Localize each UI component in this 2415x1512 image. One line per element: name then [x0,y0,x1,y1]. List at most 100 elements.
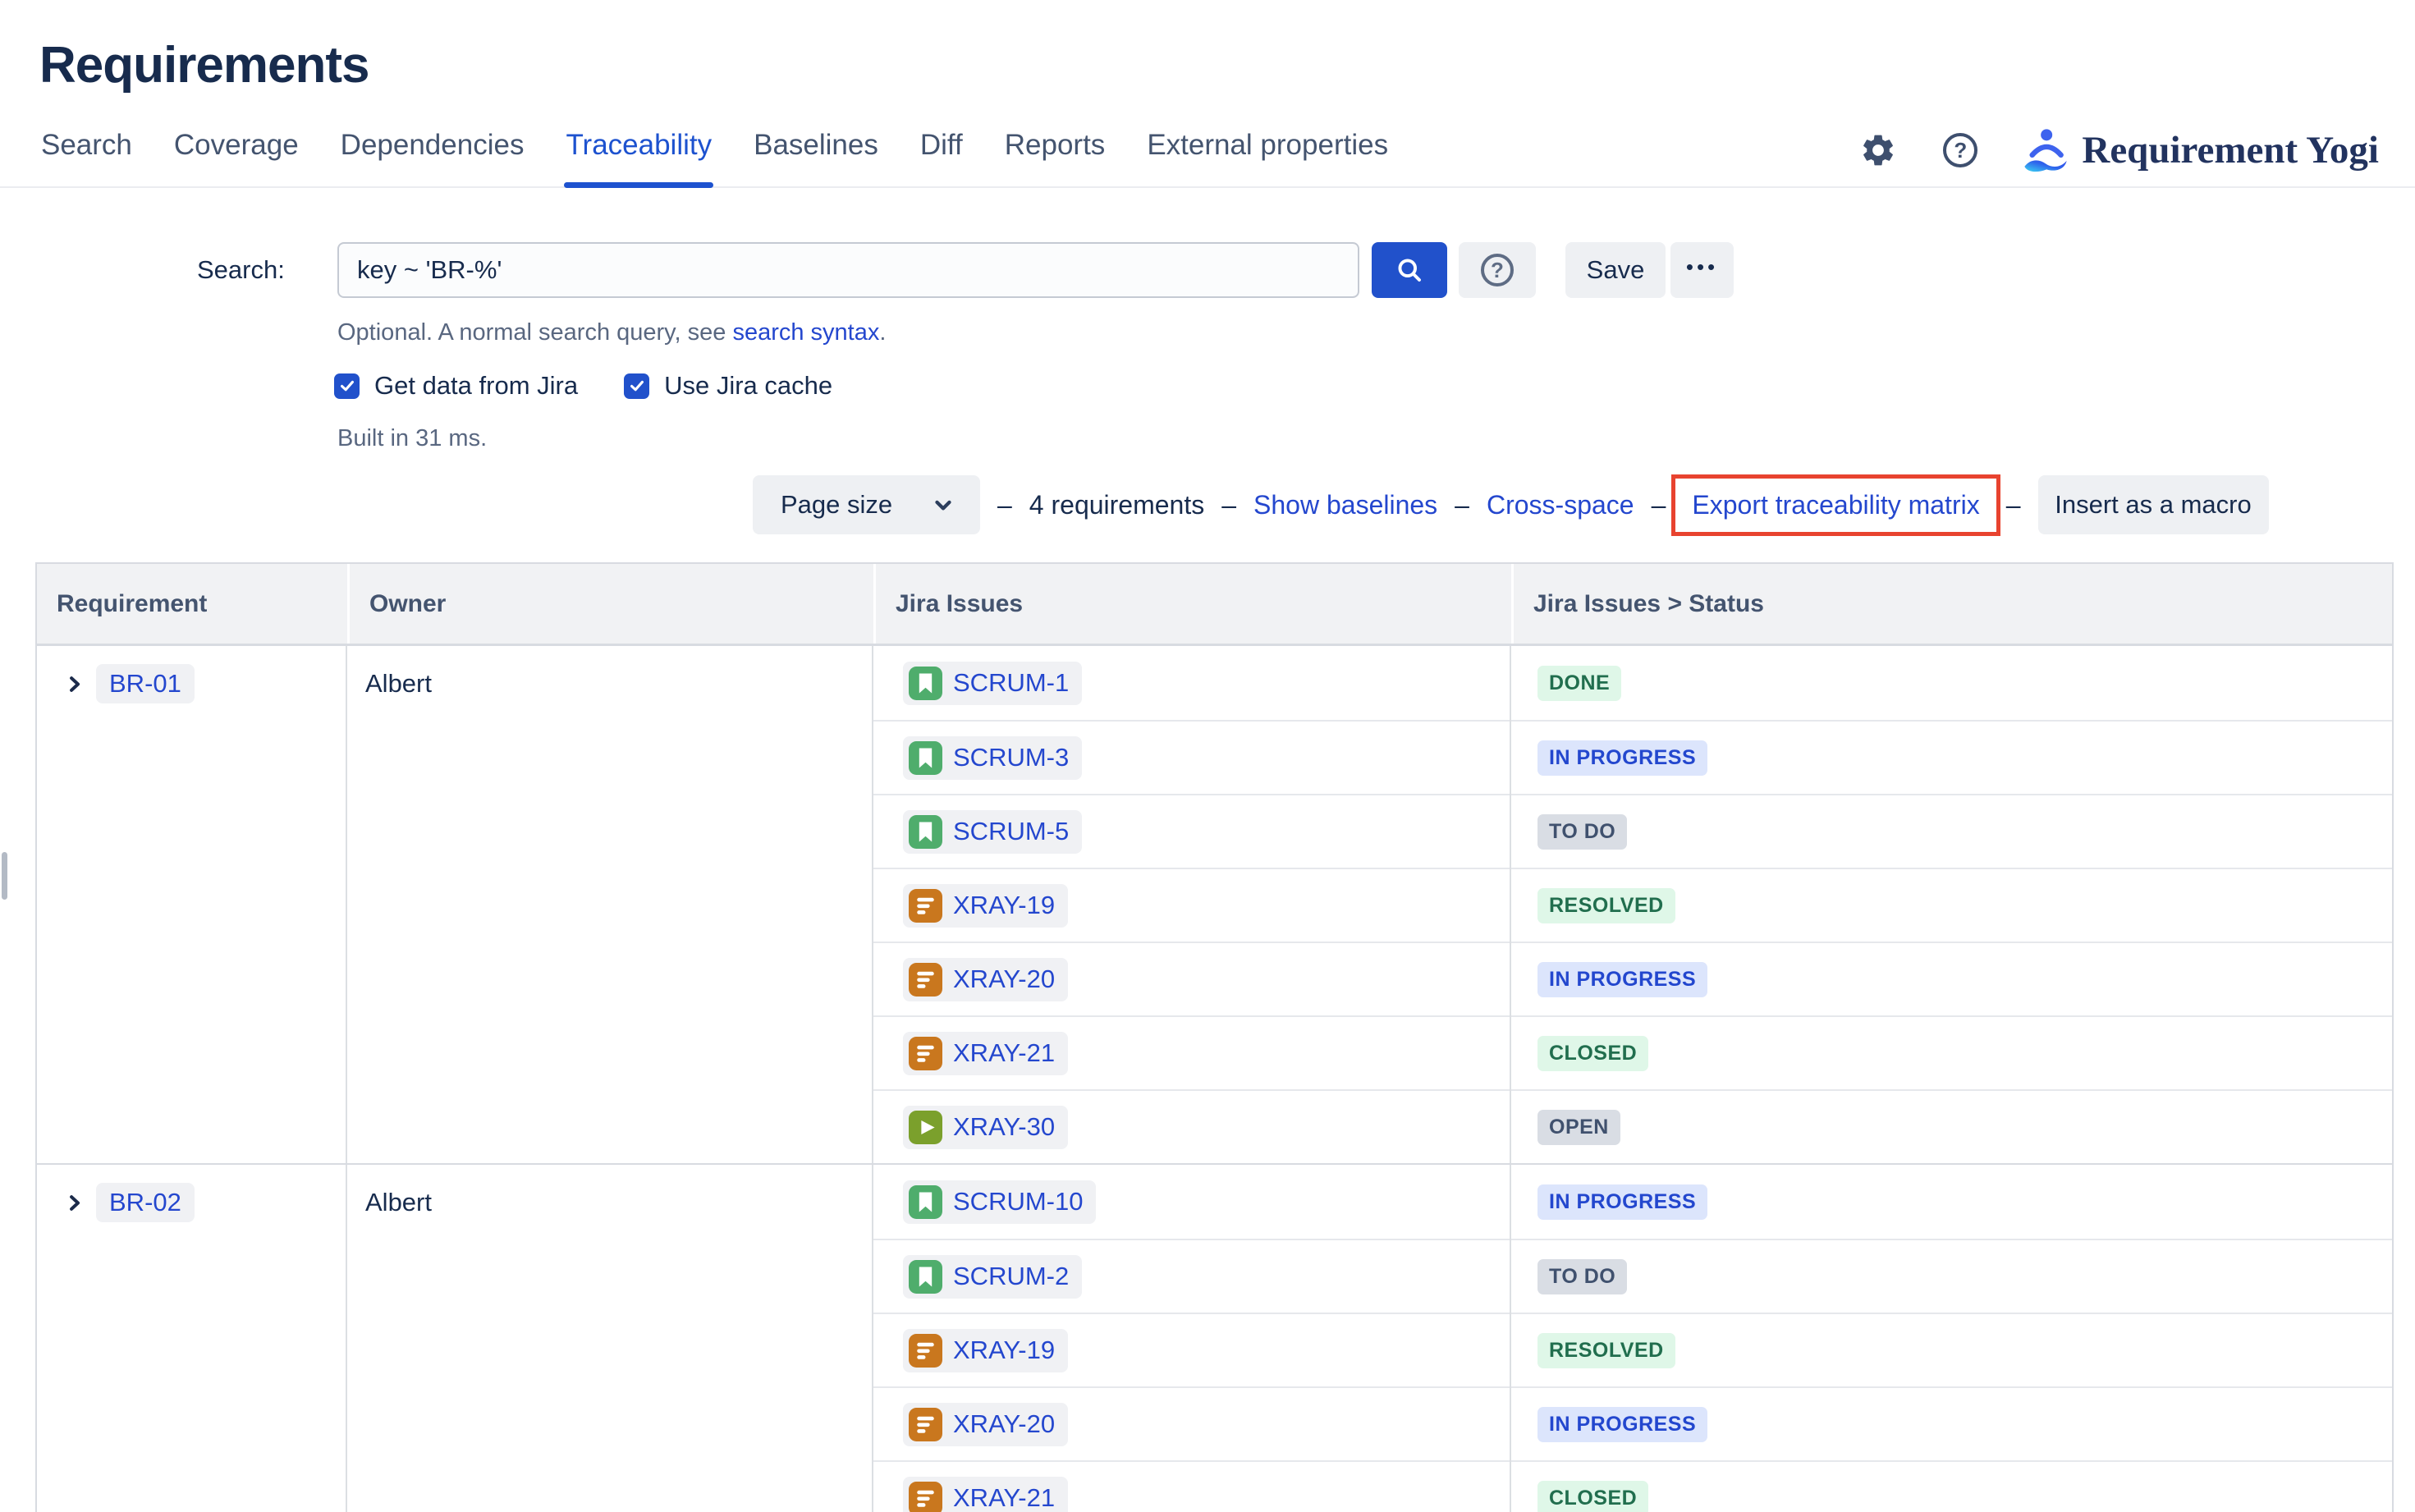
tab-search[interactable]: Search [39,116,134,186]
page-size-dropdown[interactable]: Page size [753,475,980,534]
requirement-cell: BR-02 [37,1165,347,1512]
separator-dash: – [1652,490,1666,520]
tab-diff[interactable]: Diff [919,116,965,186]
jira-issue-link-scrum-1[interactable]: SCRUM-1 [903,662,1082,705]
requirement-link[interactable]: BR-02 [96,1183,195,1222]
issue-key: SCRUM-2 [953,1262,1069,1291]
issue-key: XRAY-19 [953,1336,1055,1365]
issue-subrow: SCRUM-1 [873,646,1510,720]
story-icon [909,1260,942,1294]
status-subrow: OPEN [1511,1089,2392,1163]
export-highlight-box: Export traceability matrix [1671,474,2000,536]
table-body: BR-01AlbertSCRUM-1SCRUM-3SCRUM-5XRAY-19X… [37,646,2392,1512]
status-subrow: TO DO [1511,794,2392,868]
status-badge: IN PROGRESS [1537,740,1707,776]
chevron-down-icon [931,493,955,517]
issue-key: XRAY-19 [953,891,1055,920]
status-subrow: IN PROGRESS [1511,1165,2392,1239]
main-nav: Search Coverage Dependencies Traceability Ba… [0,116,2415,188]
jira-issue-link-scrum-5[interactable]: SCRUM-5 [903,810,1082,854]
issue-subrow: SCRUM-2 [873,1239,1510,1313]
issue-subrow: SCRUM-5 [873,794,1510,868]
scrollbar-fragment [2,852,7,900]
requirements-count: 4 requirements [1029,490,1204,520]
status-subrow: CLOSED [1511,1015,2392,1089]
search-syntax-link[interactable]: search syntax [732,319,879,346]
more-options-button[interactable]: ••• [1670,242,1734,298]
jira-issues-cell: SCRUM-1 SCRUM-3 SCRUM-5 XRAY-19 XRAY-20 XRAY-… [873,646,1511,1163]
controls-row: Page size – 4 requirements – Show baselin… [753,472,2415,538]
jira-issue-link-xray-30[interactable]: XRAY-30 [903,1106,1068,1149]
story-icon [909,815,942,849]
checkbox-row: Get data from Jira Use Jira cache [334,371,2415,401]
checkbox-get-data-from-jira[interactable]: Get data from Jira [334,371,578,401]
link-cross-space[interactable]: Cross-space [1487,490,1634,520]
help-circle-icon[interactable]: ? [1941,131,1980,170]
checkbox-check-icon [338,377,356,395]
requirement-cell: BR-01 [37,646,347,1163]
search-button[interactable] [1372,242,1447,298]
tab-external-properties[interactable]: External properties [1145,116,1390,186]
status-badge: IN PROGRESS [1537,1184,1707,1220]
jira-status-cell: DONEIN PROGRESSTO DORESOLVEDIN PROGRESSC… [1511,646,2392,1163]
helper-suffix: . [879,319,886,346]
insert-as-macro-button[interactable]: Insert as a macro [2038,475,2269,534]
tab-coverage[interactable]: Coverage [172,116,300,186]
separator-dash: – [2006,490,2021,520]
search-input[interactable] [337,242,1359,298]
issue-key: XRAY-21 [953,1038,1055,1068]
status-subrow: DONE [1511,646,2392,720]
test-icon [909,1482,942,1512]
tab-dependencies[interactable]: Dependencies [339,116,526,186]
test-icon [909,1408,942,1441]
gear-icon[interactable] [1858,131,1898,170]
tab-traceability[interactable]: Traceability [564,116,713,186]
status-badge: OPEN [1537,1110,1620,1145]
jira-issue-link-scrum-10[interactable]: SCRUM-10 [903,1180,1096,1224]
jira-issue-link-xray-21[interactable]: XRAY-21 [903,1477,1068,1512]
checkbox-label: Get data from Jira [374,371,578,401]
search-syntax-help-button[interactable]: ? [1459,242,1536,298]
requirement-row-br-01: BR-01AlbertSCRUM-1SCRUM-3SCRUM-5XRAY-19X… [37,646,2392,1163]
checkbox-box[interactable] [334,373,360,399]
status-subrow: TO DO [1511,1239,2392,1313]
jira-issues-cell: SCRUM-10 SCRUM-2 XRAY-19 XRAY-20 XRAY-21 [873,1165,1511,1512]
link-export-traceability-matrix[interactable]: Export traceability matrix [1692,490,1979,520]
question-mark-glyph: ? [1943,133,1977,167]
issue-key: SCRUM-3 [953,743,1069,772]
save-button[interactable]: Save [1565,242,1666,298]
jira-issue-link-xray-20[interactable]: XRAY-20 [903,958,1068,1001]
jira-issue-link-xray-19[interactable]: XRAY-19 [903,884,1068,928]
issue-key: XRAY-30 [953,1112,1055,1142]
expand-chevron[interactable] [63,664,86,703]
status-badge: RESOLVED [1537,1333,1675,1368]
chevron-right-icon [63,1192,85,1214]
status-subrow: RESOLVED [1511,1313,2392,1386]
jira-issue-link-xray-19[interactable]: XRAY-19 [903,1329,1068,1372]
checkbox-use-jira-cache[interactable]: Use Jira cache [624,371,832,401]
status-badge: TO DO [1537,814,1627,850]
issue-key: XRAY-20 [953,964,1055,994]
status-badge: RESOLVED [1537,888,1675,923]
status-subrow: IN PROGRESS [1511,1386,2392,1460]
jira-issue-link-xray-20[interactable]: XRAY-20 [903,1403,1068,1446]
status-badge: DONE [1537,666,1621,701]
link-show-baselines[interactable]: Show baselines [1253,490,1437,520]
requirement-link[interactable]: BR-01 [96,664,195,703]
tab-reports[interactable]: Reports [1003,116,1107,186]
status-badge: IN PROGRESS [1537,1407,1707,1442]
search-label: Search: [197,255,337,285]
jira-issue-link-scrum-3[interactable]: SCRUM-3 [903,736,1082,780]
helper-prefix: Optional. A normal search query, see [337,319,732,346]
test-icon [909,963,942,997]
column-header-requirement: Requirement [37,564,347,644]
checkbox-box[interactable] [624,373,649,399]
jira-issue-link-xray-21[interactable]: XRAY-21 [903,1032,1068,1075]
search-icon [1395,255,1424,285]
tab-baselines[interactable]: Baselines [752,116,880,186]
jira-issue-link-scrum-2[interactable]: SCRUM-2 [903,1255,1082,1299]
expand-chevron[interactable] [63,1183,86,1222]
search-helper-text: Optional. A normal search query, see sea… [337,319,2415,346]
requirement-row-br-02: BR-02AlbertSCRUM-10SCRUM-2XRAY-19XRAY-20… [37,1163,2392,1512]
issue-subrow: XRAY-19 [873,868,1510,942]
